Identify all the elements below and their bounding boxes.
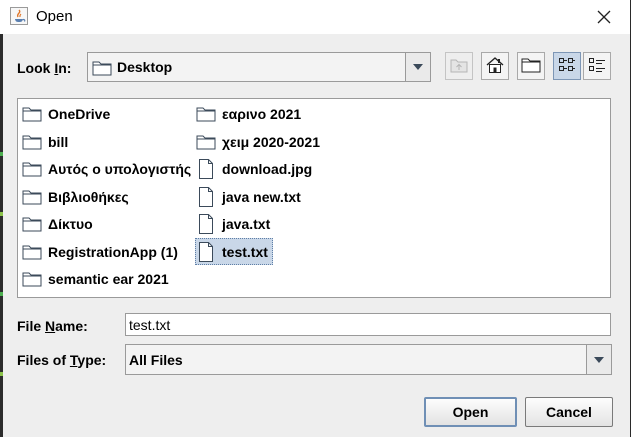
files-of-type-label: Files of Type:	[17, 352, 107, 368]
details-view-icon	[588, 56, 606, 77]
file-name: java new.txt	[222, 189, 301, 205]
cancel-button[interactable]: Cancel	[525, 397, 613, 427]
window-title: Open	[36, 8, 73, 25]
chevron-down-icon[interactable]	[405, 53, 430, 81]
file-name: Αυτός ο υπολογιστής	[48, 161, 192, 177]
background-mark	[0, 152, 3, 156]
list-item[interactable]: εαρινο 2021	[196, 102, 301, 126]
file-name: bill	[48, 134, 69, 150]
list-item[interactable]: bill	[22, 130, 68, 154]
new-folder-button[interactable]	[517, 52, 545, 80]
folder-icon	[196, 132, 216, 152]
files-of-type-combo[interactable]: All Files	[125, 344, 612, 375]
folder-icon	[22, 159, 42, 179]
new-folder-icon	[521, 57, 541, 76]
file-name-value: test.txt	[129, 316, 171, 333]
folder-icon	[196, 104, 216, 124]
chevron-down-icon[interactable]	[586, 345, 611, 374]
list-item[interactable]: Δίκτυο	[22, 212, 93, 236]
file-name-input[interactable]: test.txt	[125, 313, 611, 336]
file-icon	[196, 159, 216, 179]
look-in-combo[interactable]: Desktop	[87, 52, 431, 82]
list-item[interactable]: χειμ 2020-2021	[196, 130, 320, 154]
java-app-icon	[10, 7, 28, 25]
folder-icon	[22, 132, 42, 152]
list-item[interactable]: download.jpg	[196, 157, 312, 181]
file-name: semantic ear 2021	[48, 271, 169, 287]
up-one-level-button[interactable]	[445, 52, 473, 80]
file-name: χειμ 2020-2021	[222, 134, 320, 150]
list-item-selected[interactable]: test.txt	[195, 238, 273, 265]
background-mark	[0, 372, 3, 376]
title-bar[interactable]: Open	[0, 0, 630, 34]
list-view-button[interactable]	[553, 52, 581, 80]
list-item[interactable]: java new.txt	[196, 185, 301, 209]
open-button[interactable]: Open	[424, 397, 517, 427]
file-name: OneDrive	[48, 106, 111, 122]
file-name: test.txt	[222, 243, 268, 260]
files-of-type-value: All Files	[129, 351, 183, 368]
file-name: Δίκτυο	[48, 216, 93, 232]
list-view-icon	[558, 56, 576, 77]
folder-icon	[22, 214, 42, 234]
file-name: εαρινο 2021	[222, 106, 302, 122]
file-name: java.txt	[222, 216, 271, 232]
list-item[interactable]: RegistrationApp (1)	[22, 240, 178, 264]
look-in-value: Desktop	[117, 59, 173, 75]
file-icon	[196, 241, 216, 262]
file-name: Βιβλιοθήκες	[48, 189, 129, 205]
folder-icon	[22, 104, 42, 124]
close-icon[interactable]	[590, 3, 618, 31]
list-item[interactable]: Αυτός ο υπολογιστής	[22, 157, 191, 181]
file-name-label: File Name:	[17, 318, 88, 334]
open-dialog: Open Look In: Desktop OneDrive bill Αυτό…	[0, 0, 631, 437]
list-item[interactable]: Βιβλιοθήκες	[22, 185, 129, 209]
background-window-strip	[0, 34, 3, 437]
folder-icon	[22, 187, 42, 207]
list-item[interactable]: java.txt	[196, 212, 270, 236]
look-in-label: Look In:	[17, 60, 72, 76]
home-button[interactable]	[481, 52, 509, 80]
folder-icon	[22, 242, 42, 262]
background-mark	[0, 212, 3, 216]
file-icon	[196, 214, 216, 234]
folder-icon	[22, 269, 42, 289]
folder-icon	[92, 59, 112, 80]
list-item[interactable]: semantic ear 2021	[22, 267, 169, 291]
list-item[interactable]: OneDrive	[22, 102, 110, 126]
file-icon	[196, 187, 216, 207]
file-list[interactable]: OneDrive bill Αυτός ο υπολογιστής Βιβλιο…	[17, 98, 611, 298]
folder-up-icon	[450, 57, 468, 76]
file-name: download.jpg	[222, 161, 313, 177]
file-name: RegistrationApp (1)	[48, 244, 178, 260]
background-mark	[0, 292, 3, 296]
details-view-button[interactable]	[583, 52, 611, 80]
home-icon	[485, 56, 505, 77]
